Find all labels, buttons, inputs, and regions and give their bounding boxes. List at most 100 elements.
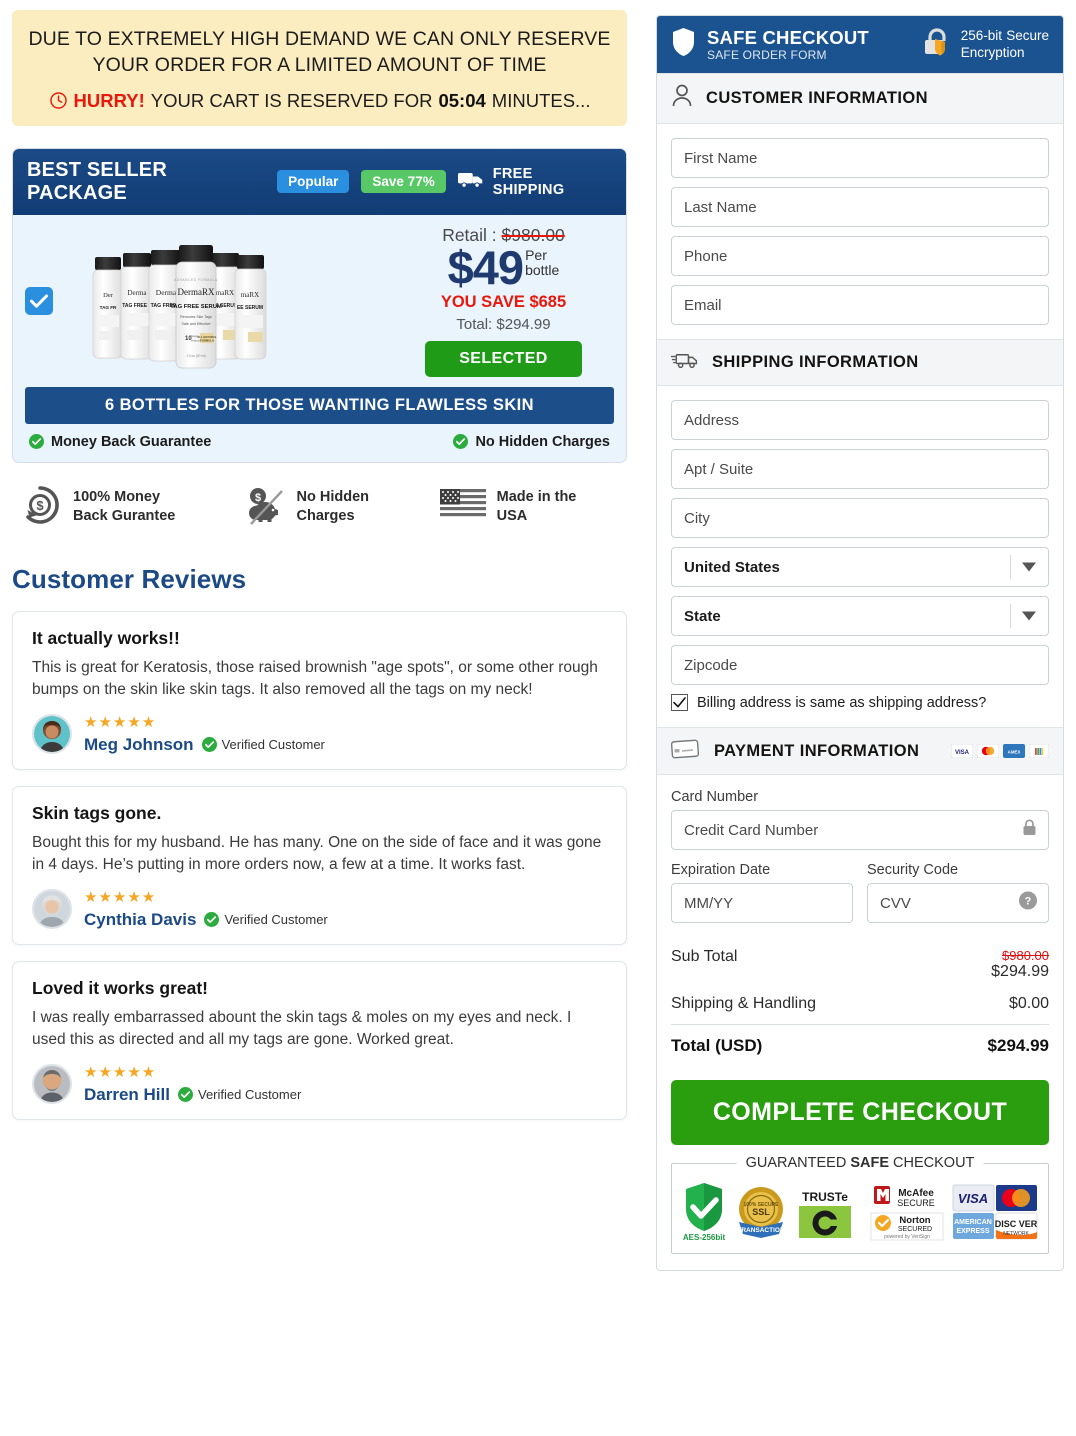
review-footer: ★★★★★ Darren Hill Verified Customer <box>32 1064 607 1105</box>
country-select[interactable] <box>671 547 1049 587</box>
verified-badge: Verified Customer <box>177 1087 301 1103</box>
safe-checkout-header: SAFE CHECKOUT SAFE ORDER FORM 256-bit Se… <box>657 16 1063 73</box>
expiry-cvv-row: Expiration Date Security Code ? <box>671 862 1049 923</box>
svg-text:SECURED: SECURED <box>897 1226 931 1233</box>
country-select-wrap[interactable] <box>671 547 1049 587</box>
package-subtitle-bar: 6 BOTTLES FOR THOSE WANTING FLAWLESS SKI… <box>25 386 614 424</box>
money-back-icon: $ <box>18 483 62 532</box>
svg-text:EXPRESS: EXPRESS <box>956 1228 989 1235</box>
encryption-secure-word: Secure <box>1006 28 1049 44</box>
card-number-input[interactable] <box>671 810 1049 850</box>
package-header: BEST SELLER PACKAGE Popular Save 77% FRE… <box>13 148 626 215</box>
svg-text:AMEX: AMEX <box>1008 749 1021 754</box>
truste-seal-icon: TRUSTe <box>798 1186 851 1238</box>
other-card-icon <box>1029 744 1049 758</box>
svg-text:powered by VeriSign: powered by VeriSign <box>884 1234 930 1240</box>
last-name-input[interactable] <box>671 187 1049 227</box>
phone-input[interactable] <box>671 236 1049 276</box>
you-save-label: YOU SAVE $685 <box>440 292 567 311</box>
billing-same-checkbox[interactable] <box>671 694 688 711</box>
payment-information-header: PAYMENT INFORMATION VISA AMEX <box>657 727 1063 775</box>
seal-badges-row: AES-256bit 100% SECURE SSL TRANSACTION T… <box>682 1181 1038 1243</box>
svg-text:maRX: maRX <box>216 289 234 297</box>
email-input[interactable] <box>671 285 1049 325</box>
unit-price-amount: $49 <box>447 240 524 294</box>
state-select-wrap[interactable] <box>671 596 1049 636</box>
svg-text:Derma: Derma <box>156 288 177 297</box>
review-title: Loved it works great! <box>32 977 209 998</box>
payment-information-body: Card Number Expiration Date Security Cod… <box>657 775 1063 937</box>
address-input[interactable] <box>671 400 1049 440</box>
g1-line1: No Hidden <box>296 488 370 505</box>
best-seller-package-card[interactable]: BEST SELLER PACKAGE Popular Save 77% FRE… <box>12 147 627 463</box>
review-name-row: Meg Johnson Verified Customer <box>84 735 325 755</box>
billing-same-label: Billing address is same as shipping addr… <box>697 694 987 711</box>
truck-icon <box>457 171 484 192</box>
svg-text:NETWORK: NETWORK <box>1003 1231 1029 1237</box>
svg-text:$: $ <box>36 498 44 513</box>
amex-card-icon: AMEX <box>1003 744 1025 758</box>
expiration-input[interactable] <box>671 883 853 923</box>
state-select[interactable] <box>671 596 1049 636</box>
piggy-bank-no-fees-icon: $ <box>244 484 286 531</box>
expiration-label: Expiration Date <box>671 862 771 878</box>
apt-suite-input[interactable] <box>671 449 1049 489</box>
svg-text:DermaRX: DermaRX <box>178 287 215 297</box>
checkout-page: DUE TO EXTREMELY HIGH DEMAND WE CAN ONLY… <box>0 0 1076 1436</box>
svg-text:TAG FR: TAG FR <box>100 305 117 310</box>
free-shipping-label: FREE SHIPPING <box>492 165 565 198</box>
truck-icon <box>671 350 699 375</box>
billing-same-row[interactable]: Billing address is same as shipping addr… <box>671 694 1049 711</box>
lock-icon <box>1022 819 1037 841</box>
zipcode-input[interactable] <box>671 645 1049 685</box>
cvv-field-wrap: ? <box>867 883 1049 923</box>
svg-text:EE SERUM: EE SERUM <box>237 305 263 311</box>
save-badge: Save 77% <box>361 170 446 194</box>
package-body: Der TAG FR Derma TAG FREE S Derma TAG FR… <box>13 215 626 383</box>
guarantee-strip: $ 100% Money Back Gurantee $ No Hidden C… <box>12 483 627 532</box>
svg-text:Removes Skin Tags: Removes Skin Tags <box>180 315 212 319</box>
select-divider <box>1010 604 1011 628</box>
guaranteed-safe-checkout-seal: GUARANTEED SAFE CHECKOUT AES-256bit 100%… <box>671 1155 1049 1254</box>
clock-icon <box>49 91 68 110</box>
sub-total-row: Sub Total $980.00 $294.99 <box>671 941 1049 988</box>
complete-checkout-button[interactable]: COMPLETE CHECKOUT <box>671 1080 1049 1145</box>
review-body: This is great for Keratosis, those raise… <box>32 658 598 699</box>
review-body: Bought this for my husband. He has many.… <box>32 833 602 874</box>
review-card-1: It actually works!! This is great for Ke… <box>12 610 627 770</box>
encryption-group: 256-bit Secure Encryption <box>921 26 1049 63</box>
security-code-label: Security Code <box>867 862 959 878</box>
card-brand-seals-icon: VISA AMERICAN EXPRESS DISC VER NETWORK <box>952 1184 1038 1240</box>
urgency-headline: DUE TO EXTREMELY HIGH DEMAND WE CAN ONLY… <box>28 28 611 77</box>
first-name-input[interactable] <box>671 138 1049 178</box>
safe-checkout-title: SAFE CHECKOUT <box>707 26 869 48</box>
city-input[interactable] <box>671 498 1049 538</box>
order-totals: Sub Total $980.00 $294.99 Shipping & Han… <box>657 937 1063 1063</box>
visa-card-icon: VISA <box>951 744 973 758</box>
avatar <box>32 889 72 930</box>
urgency-timer-line: HURRY! YOUR CART IS RESERVED FOR 05:04 M… <box>26 90 613 112</box>
expiration-group: Expiration Date <box>671 862 853 923</box>
review-body: I was really embarrassed abount the skin… <box>32 1008 572 1049</box>
guarantee-made-usa-text: Made in the USA <box>497 488 577 527</box>
grand-total-value: $294.99 <box>987 1036 1049 1055</box>
free-shipping-label-group: FREE SHIPPING <box>457 165 612 198</box>
shipping-information-header: SHIPPING INFORMATION <box>657 339 1063 386</box>
usa-flag-icon <box>439 488 486 527</box>
sub-total-value: $294.99 <box>991 963 1049 980</box>
seal-caption-pre: GUARANTEED <box>745 1155 851 1171</box>
selected-button[interactable]: SELECTED <box>425 340 582 377</box>
avatar <box>32 714 72 755</box>
verified-check-icon <box>204 912 220 928</box>
package-no-hidden-label: No Hidden Charges <box>475 433 610 450</box>
question-icon[interactable]: ? <box>1019 891 1037 915</box>
package-select-checkbox[interactable] <box>25 286 53 315</box>
mcafee-norton-seals-icon: McAfee SECURE Norton SECURED powered by … <box>870 1184 943 1241</box>
bottle-word: bottle <box>525 261 560 278</box>
shipping-label: Shipping & Handling <box>671 995 816 1012</box>
customer-information-label: CUSTOMER INFORMATION <box>706 89 928 107</box>
card-number-field-wrap <box>671 810 1049 862</box>
urgency-banner: DUE TO EXTREMELY HIGH DEMAND WE CAN ONLY… <box>12 10 627 126</box>
svg-text:TRANSACTION: TRANSACTION <box>738 1227 786 1234</box>
per-word: Per <box>525 246 547 263</box>
